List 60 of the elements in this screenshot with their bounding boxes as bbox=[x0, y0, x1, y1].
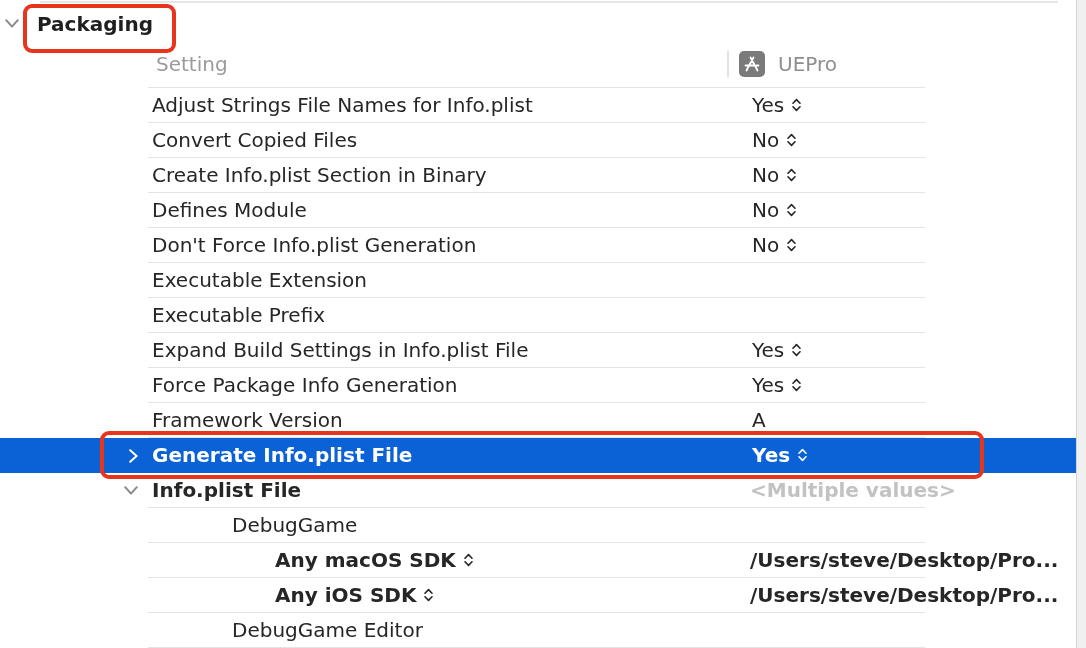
setting-value: <Multiple values> bbox=[750, 480, 956, 500]
setting-row[interactable]: Any macOS SDK /Users/steve/Desktop/Pro... bbox=[0, 543, 1076, 578]
setting-row[interactable]: Don't Force Info.plist Generation No bbox=[0, 228, 1076, 263]
setting-row[interactable]: Adjust Strings File Names for Info.plist Yes bbox=[0, 88, 1076, 123]
setting-name: Convert Copied Files bbox=[152, 130, 358, 150]
scrollbar[interactable] bbox=[1076, 0, 1086, 648]
section-title: Packaging bbox=[37, 13, 153, 34]
setting-name: Generate Info.plist File bbox=[152, 445, 413, 465]
setting-name: Info.plist File bbox=[152, 480, 302, 500]
value-popup[interactable]: Yes bbox=[752, 95, 802, 115]
setting-name: DebugGame bbox=[232, 515, 358, 535]
setting-name: Adjust Strings File Names for Info.plist bbox=[152, 95, 533, 115]
setting-name: DebugGame Editor bbox=[232, 620, 423, 640]
up-down-chevron-icon bbox=[787, 238, 797, 252]
up-down-chevron-icon bbox=[792, 378, 802, 392]
setting-value: /Users/steve/Desktop/Pro... bbox=[750, 585, 1059, 605]
setting-value: A bbox=[752, 410, 766, 430]
value-popup[interactable]: No bbox=[752, 200, 797, 220]
chevron-down-icon[interactable] bbox=[5, 19, 19, 28]
setting-value: /Users/steve/Desktop/Pro... bbox=[750, 550, 1059, 570]
value-popup[interactable]: No bbox=[752, 130, 797, 150]
chevron-right-icon[interactable] bbox=[129, 448, 138, 463]
setting-row[interactable]: Executable Prefix bbox=[0, 298, 1076, 333]
up-down-chevron-icon bbox=[424, 588, 434, 602]
setting-row[interactable]: Executable Extension bbox=[0, 263, 1076, 298]
app-icon bbox=[739, 50, 765, 77]
up-down-chevron-icon bbox=[787, 168, 797, 182]
setting-row[interactable]: Any iOS SDK /Users/steve/Desktop/Pro... bbox=[0, 578, 1076, 613]
value-popup[interactable]: Yes bbox=[752, 375, 802, 395]
value-popup[interactable]: No bbox=[752, 235, 797, 255]
setting-row[interactable]: Defines Module No bbox=[0, 193, 1076, 228]
condition-popup[interactable]: Any iOS SDK bbox=[275, 585, 434, 605]
setting-row[interactable]: DebugGame Editor bbox=[0, 613, 1076, 648]
column-header: Setting bbox=[156, 53, 228, 74]
value-popup[interactable]: No bbox=[752, 165, 797, 185]
setting-name: Executable Prefix bbox=[152, 305, 326, 325]
setting-name: Create Info.plist Section in Binary bbox=[152, 165, 487, 185]
setting-row[interactable]: DebugGame bbox=[0, 508, 1076, 543]
chevron-down-icon[interactable] bbox=[124, 486, 138, 495]
setting-row[interactable]: Info.plist File <Multiple values> bbox=[0, 473, 1076, 508]
setting-name: Don't Force Info.plist Generation bbox=[152, 235, 477, 255]
setting-name: Expand Build Settings in Info.plist File bbox=[152, 340, 529, 360]
value-popup[interactable]: Yes bbox=[752, 445, 808, 465]
up-down-chevron-icon bbox=[792, 343, 802, 357]
setting-row[interactable]: Create Info.plist Section in Binary No bbox=[0, 158, 1076, 193]
up-down-chevron-icon bbox=[787, 203, 797, 217]
up-down-chevron-icon bbox=[787, 133, 797, 147]
setting-name: Defines Module bbox=[152, 200, 307, 220]
up-down-chevron-icon bbox=[463, 553, 473, 567]
up-down-chevron-icon bbox=[792, 98, 802, 112]
setting-name: Executable Extension bbox=[152, 270, 368, 290]
column-header: UEPro bbox=[778, 53, 837, 74]
setting-name: Framework Version bbox=[152, 410, 343, 430]
setting-row[interactable]: Force Package Info Generation Yes bbox=[0, 368, 1076, 403]
setting-row[interactable]: Convert Copied Files No bbox=[0, 123, 1076, 158]
condition-popup[interactable]: Any macOS SDK bbox=[275, 550, 473, 570]
setting-row[interactable]: Expand Build Settings in Info.plist File Yes bbox=[0, 333, 1076, 368]
value-popup[interactable]: Yes bbox=[752, 340, 802, 360]
up-down-chevron-icon bbox=[798, 448, 808, 462]
setting-name: Force Package Info Generation bbox=[152, 375, 458, 395]
